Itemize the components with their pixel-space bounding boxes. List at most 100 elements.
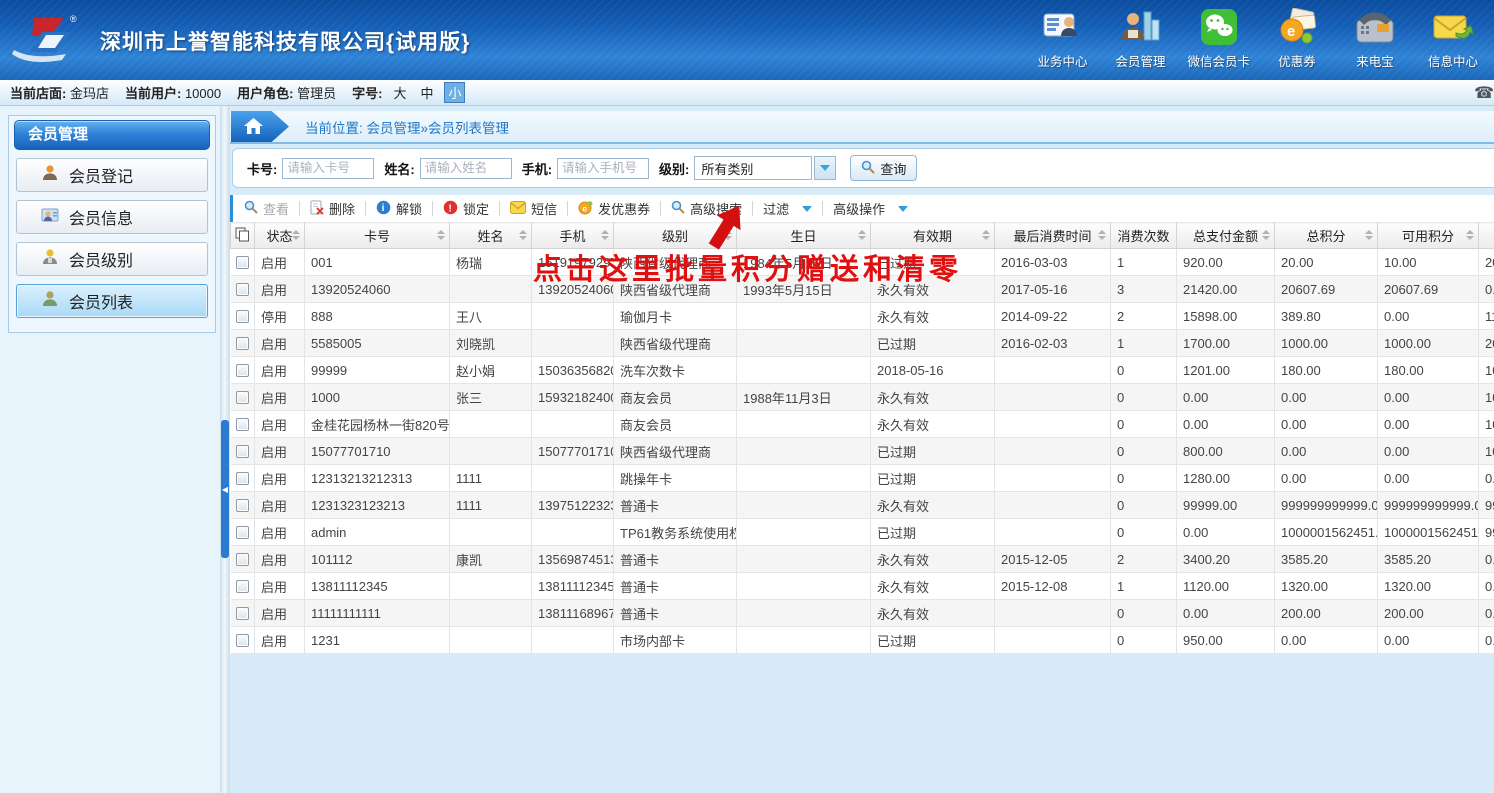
table-row[interactable]: 启用1111111111113811168967普通卡永久有效00.00200.… (231, 600, 1494, 627)
table-row[interactable]: 启用101112康凯13569874513普通卡永久有效2015-12-0523… (231, 546, 1494, 573)
row-checkbox[interactable] (236, 256, 249, 269)
toolbar-button-查看[interactable]: 查看 (238, 199, 295, 218)
toolbar-button-删除[interactable]: 删除 (304, 199, 361, 218)
card-input[interactable] (282, 158, 374, 179)
sidebar-group-member-management[interactable]: 会员管理 (14, 120, 210, 150)
column-header-birthday[interactable]: 生日 (737, 223, 871, 249)
column-header-name[interactable]: 姓名 (450, 223, 532, 249)
column-header-total_points[interactable]: 总积分 (1275, 223, 1378, 249)
table-row[interactable]: 启用5585005刘晓凯陕西省级代理商已过期2016-02-0311700.00… (231, 330, 1494, 357)
column-header-last_time[interactable]: 最后消费时间 (995, 223, 1111, 249)
toolbar-separator (432, 201, 433, 216)
table-row[interactable]: 启用99999赵小娟15036356820洗车次数卡2018-05-160120… (231, 357, 1494, 384)
table-row[interactable]: 启用1231323123213111113975122323普通卡永久有效099… (231, 492, 1494, 519)
row-checkbox[interactable] (236, 607, 249, 620)
sidebar-item-会员列表[interactable]: 会员列表 (16, 284, 208, 318)
banner-nav-微信会员卡[interactable]: 微信会员卡 (1187, 6, 1250, 70)
table-row[interactable]: 启用1507770171015077701710陕西省级代理商已过期0800.0… (231, 438, 1494, 465)
column-header-label: 姓名 (477, 229, 503, 244)
row-checkbox[interactable] (236, 445, 249, 458)
sidebar-item-会员登记[interactable]: 会员登记 (16, 158, 208, 192)
cell-validity: 已过期 (871, 465, 995, 492)
banner-nav-业务中心[interactable]: 业务中心 (1031, 6, 1093, 70)
column-header-avail_points[interactable]: 可用积分 (1378, 223, 1479, 249)
row-checkbox[interactable] (236, 418, 249, 431)
cell-avail_points: 1000001562451.00 (1378, 519, 1479, 546)
row-checkbox[interactable] (236, 310, 249, 323)
toolbar-button-发优惠券[interactable]: e发优惠券 (572, 199, 656, 218)
toolbar-button-高级操作[interactable]: 高级操作 (827, 199, 914, 218)
banner-nav-来电宝[interactable]: 来电宝 (1344, 6, 1406, 70)
row-checkbox[interactable] (236, 364, 249, 377)
column-header-validity[interactable]: 有效期 (871, 223, 995, 249)
column-header-total_pay[interactable]: 总支付金额 (1177, 223, 1275, 249)
name-input[interactable] (420, 158, 512, 179)
column-header-phone[interactable]: 手机 (532, 223, 614, 249)
banner-nav-会员管理[interactable]: 会员管理 (1109, 6, 1171, 70)
cell-total_points: 389.80 (1275, 303, 1378, 330)
toolbar-button-解锁[interactable]: i解锁 (370, 199, 428, 218)
fontsize-button-小[interactable]: 小 (444, 82, 465, 103)
cell-last_time (995, 519, 1111, 546)
top-banner: ® 深圳市上誉智能科技有限公司{试用版} 业务中心会员管理微信会员卡e优惠券来电… (0, 0, 1494, 80)
row-checkbox[interactable] (236, 337, 249, 350)
cell-total_points: 1000.00 (1275, 330, 1378, 357)
row-checkbox[interactable] (236, 472, 249, 485)
toolbar-button-label: 短信 (531, 199, 557, 218)
query-button[interactable]: 查询 (850, 155, 917, 181)
telephone-icon[interactable]: ☎ (1474, 83, 1494, 103)
sidebar-item-会员级别[interactable]: 会员级别 (16, 242, 208, 276)
banner-nav-信息中心[interactable]: 信息中心 (1422, 6, 1484, 70)
row-checkbox[interactable] (236, 580, 249, 593)
row-checkbox[interactable] (236, 526, 249, 539)
sidebar-splitter[interactable]: ◀ (220, 106, 230, 793)
column-header-card[interactable]: 卡号 (305, 223, 450, 249)
fontsize-button-中[interactable]: 中 (417, 83, 436, 102)
toolbar-button-label: 锁定 (463, 199, 489, 218)
table-row[interactable]: 启用adminTP61教务系统使用权已过期00.001000001562451.… (231, 519, 1494, 546)
column-header-extra[interactable] (1479, 223, 1494, 249)
cell-status: 启用 (255, 249, 305, 276)
row-checkbox[interactable] (236, 553, 249, 566)
cell-validity: 永久有效 (871, 573, 995, 600)
cell-validity: 永久有效 (871, 546, 995, 573)
toolbar-button-过滤[interactable]: 过滤 (757, 199, 818, 218)
cell-total_pay: 950.00 (1177, 627, 1275, 654)
column-header-label: 可用积分 (1402, 229, 1454, 244)
table-row[interactable]: 启用123132132123131111跳操年卡已过期01280.000.000… (231, 465, 1494, 492)
table-row[interactable]: 停用888王八瑜伽月卡永久有效2014-09-22215898.00389.80… (231, 303, 1494, 330)
home-icon[interactable] (231, 111, 289, 142)
name-label: 姓名: (384, 159, 414, 178)
toolbar-button-短信[interactable]: 短信 (504, 199, 563, 218)
row-checkbox[interactable] (236, 391, 249, 404)
select-all-header[interactable] (231, 223, 255, 249)
cell-birthday (737, 303, 871, 330)
banner-nav-label: 来电宝 (1344, 51, 1406, 70)
row-checkbox[interactable] (236, 499, 249, 512)
column-header-count[interactable]: 消费次数 (1111, 223, 1177, 249)
cell-total_points: 3585.20 (1275, 546, 1378, 573)
phone-input[interactable] (557, 158, 649, 179)
table-row[interactable]: 启用1000张三15932182400商友会员1988年11月3日永久有效00.… (231, 384, 1494, 411)
cell-card: 101112 (305, 546, 450, 573)
table-row[interactable]: 启用1381111234513811112345普通卡永久有效2015-12-0… (231, 573, 1494, 600)
row-checkbox[interactable] (236, 283, 249, 296)
sidebar-item-会员信息[interactable]: 会员信息 (16, 200, 208, 234)
table-row[interactable]: 启用1231市场内部卡已过期0950.000.000.000. (231, 627, 1494, 654)
sidebar-collapse-handle[interactable]: ◀ (221, 420, 229, 558)
sort-icon (292, 230, 300, 240)
level-select[interactable]: 所有类别 (694, 156, 812, 180)
cell-extra: 10 (1479, 438, 1494, 465)
banner-nav-优惠券[interactable]: e优惠券 (1266, 6, 1328, 70)
level-select-arrow-icon[interactable] (814, 156, 836, 180)
cell-status: 启用 (255, 330, 305, 357)
toolbar-button-锁定[interactable]: !锁定 (437, 199, 495, 218)
cell-status: 启用 (255, 573, 305, 600)
column-header-status[interactable]: 状态 (255, 223, 305, 249)
row-checkbox[interactable] (236, 634, 249, 647)
cell-birthday (737, 465, 871, 492)
member-icon (1109, 6, 1171, 48)
fontsize-button-大[interactable]: 大 (390, 83, 409, 102)
table-row[interactable]: 启用金桂花园杨林一街820号商友会员永久有效00.000.000.0010 (231, 411, 1494, 438)
cell-level: 跳操年卡 (614, 465, 737, 492)
